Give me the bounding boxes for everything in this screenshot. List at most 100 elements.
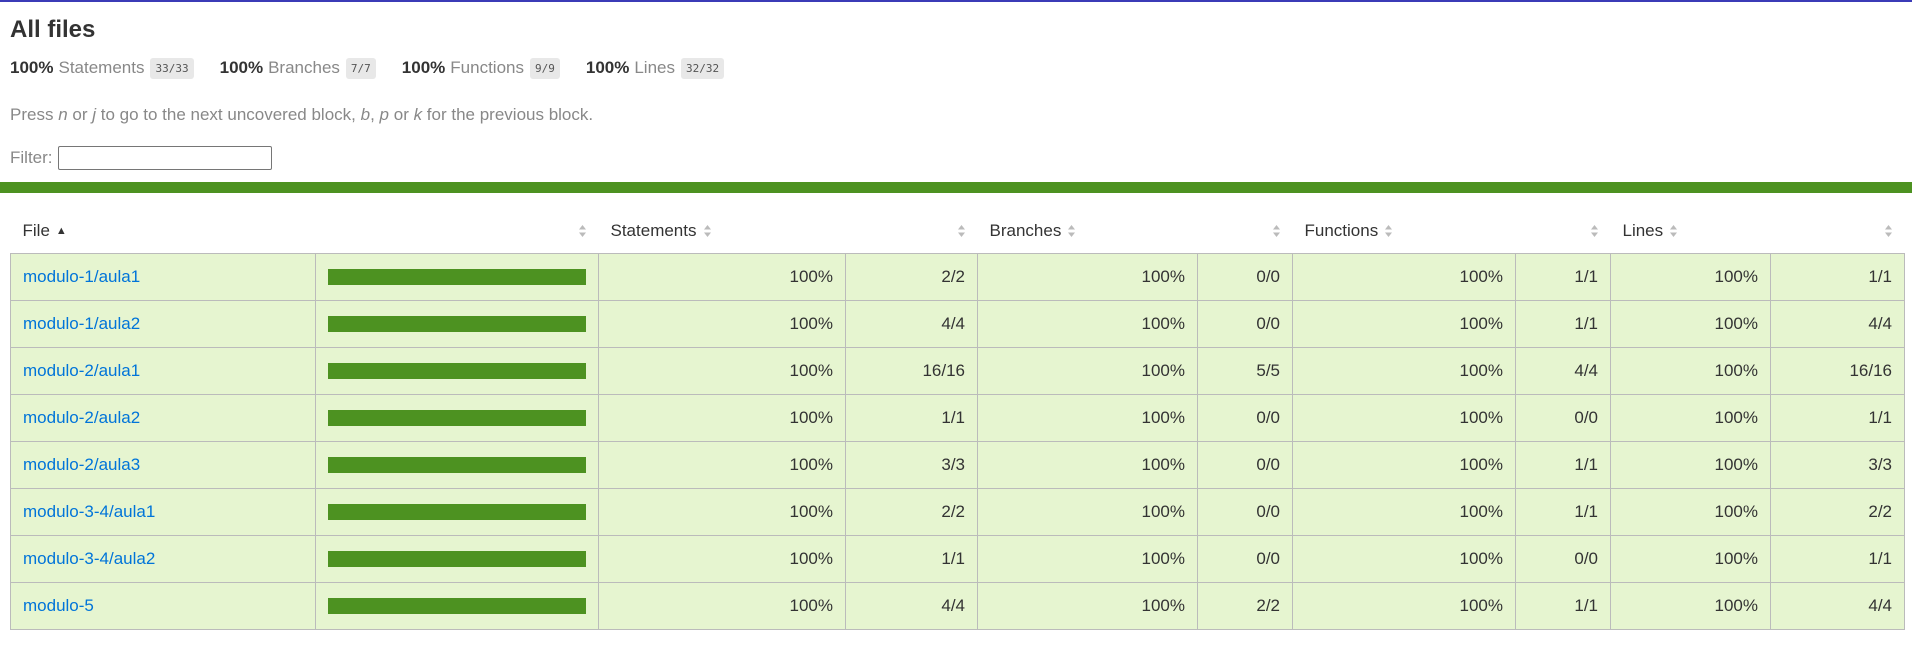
hint-text: or [67, 105, 93, 124]
table-row: modulo-3-4/aula2 100% 1/1 100% 0/0 100% 0/0 100… [10, 535, 1905, 583]
lines-pct: 100% [1610, 441, 1771, 489]
filter-row: Filter: [10, 144, 1902, 172]
sort-icon [703, 224, 712, 238]
summary-statements-pct: 100% [10, 58, 54, 77]
statements-fraction: 3/3 [845, 441, 978, 489]
branches-fraction: 5/5 [1197, 347, 1293, 395]
summary-lines-pct: 100% [585, 58, 630, 77]
lines-pct: 100% [1610, 394, 1771, 442]
file-link[interactable]: modulo-2/aula1 [23, 361, 140, 380]
header-functions-fraction[interactable] [1516, 209, 1611, 254]
coverage-bar [328, 316, 586, 332]
header-file-label: File [22, 221, 50, 240]
statements-pct: 100% [598, 535, 846, 583]
statements-fraction: 2/2 [845, 253, 978, 301]
file-link[interactable]: modulo-1/aula2 [23, 314, 140, 333]
file-cell: modulo-3-4/aula2 [10, 535, 316, 583]
lines-pct: 100% [1610, 253, 1771, 301]
file-link[interactable]: modulo-2/aula2 [23, 408, 140, 427]
statements-pct: 100% [598, 582, 846, 630]
lines-pct: 100% [1610, 535, 1771, 583]
branches-pct: 100% [977, 535, 1198, 583]
header-file[interactable]: File ▲ [11, 209, 316, 254]
header-functions-label: Functions [1304, 221, 1379, 240]
header-coverage-bar[interactable] [316, 209, 599, 254]
file-link[interactable]: modulo-3-4/aula2 [23, 549, 155, 568]
coverage-bar [328, 598, 586, 614]
functions-fraction: 4/4 [1515, 347, 1611, 395]
coverage-bar-cell [315, 535, 599, 583]
coverage-bar [328, 551, 586, 567]
summary-branches-label: Branches [268, 58, 340, 77]
summary-functions-label: Functions [450, 58, 524, 77]
functions-pct: 100% [1292, 441, 1516, 489]
header-functions[interactable]: Functions [1293, 209, 1516, 254]
statements-fraction: 1/1 [845, 394, 978, 442]
header-branches-fraction[interactable] [1198, 209, 1293, 254]
sort-icon [1669, 224, 1678, 238]
functions-fraction: 1/1 [1515, 253, 1611, 301]
coverage-bar-cell [315, 394, 599, 442]
summary-lines-label: Lines [634, 58, 675, 77]
file-link[interactable]: modulo-1/aula1 [23, 267, 140, 286]
lines-pct: 100% [1610, 300, 1771, 348]
summary-branches-pct: 100% [219, 58, 264, 77]
file-link[interactable]: modulo-2/aula3 [23, 455, 140, 474]
sort-icon [957, 224, 966, 238]
hint-text: for the previous block. [422, 105, 594, 124]
file-cell: modulo-5 [10, 582, 316, 630]
filter-input[interactable] [57, 146, 272, 170]
filter-label: Filter: [10, 148, 53, 167]
branches-pct: 100% [977, 394, 1198, 442]
hint-text: , [370, 105, 380, 124]
header-lines-label: Lines [1622, 221, 1664, 240]
functions-pct: 100% [1292, 488, 1516, 536]
statements-pct: 100% [598, 394, 846, 442]
lines-fraction: 1/1 [1770, 535, 1905, 583]
summary-functions-fraction: 9/9 [529, 57, 560, 79]
functions-pct: 100% [1292, 582, 1516, 630]
table-row: modulo-2/aula2 100% 1/1 100% 0/0 100% 0/0 100% 1… [10, 394, 1905, 442]
table-row: modulo-1/aula2 100% 4/4 100% 0/0 100% 1/1 100% 4… [10, 300, 1905, 348]
page-title: All files [10, 16, 96, 43]
lines-fraction: 1/1 [1770, 253, 1905, 301]
table-row: modulo-2/aula3 100% 3/3 100% 0/0 100% 1/1 100% 3… [10, 441, 1905, 489]
lines-pct: 100% [1610, 488, 1771, 536]
table-row: modulo-3-4/aula1 100% 2/2 100% 0/0 100% 1/1 100… [10, 488, 1905, 536]
branches-fraction: 0/0 [1197, 394, 1293, 442]
summary-functions: 100% Functions 9/9 [402, 57, 560, 79]
coverage-table: File ▲ Statements Branches Functions Lin… [10, 209, 1905, 630]
coverage-bar [328, 363, 586, 379]
table-row: modulo-1/aula1 100% 2/2 100% 0/0 100% 1/1 100% 1… [10, 253, 1905, 301]
file-cell: modulo-2/aula3 [10, 441, 316, 489]
coverage-bar-cell [315, 488, 599, 536]
header-branches[interactable]: Branches [978, 209, 1198, 254]
header-statements-fraction[interactable] [846, 209, 978, 254]
branches-pct: 100% [977, 582, 1198, 630]
lines-fraction: 2/2 [1770, 488, 1905, 536]
functions-pct: 100% [1292, 347, 1516, 395]
hint-key-k: k [413, 105, 423, 124]
branches-fraction: 0/0 [1197, 300, 1293, 348]
branches-pct: 100% [977, 488, 1198, 536]
hint-text: Press [10, 105, 59, 124]
statements-pct: 100% [598, 347, 846, 395]
header-lines[interactable]: Lines [1611, 209, 1771, 254]
header: All files 100% Statements 33/33 100% Bra… [0, 2, 1912, 172]
statements-fraction: 4/4 [845, 582, 978, 630]
table-body: modulo-1/aula1 100% 2/2 100% 0/0 100% 1/1 100% 1… [10, 253, 1905, 630]
header-statements[interactable]: Statements [599, 209, 846, 254]
file-link[interactable]: modulo-3-4/aula1 [23, 502, 155, 521]
functions-pct: 100% [1292, 300, 1516, 348]
header-lines-fraction[interactable] [1771, 209, 1905, 254]
statements-fraction: 1/1 [845, 535, 978, 583]
summary-statements-label: Statements [58, 58, 145, 77]
functions-pct: 100% [1292, 253, 1516, 301]
lines-fraction: 1/1 [1770, 394, 1905, 442]
statements-fraction: 16/16 [845, 347, 978, 395]
sort-icon [1272, 224, 1281, 238]
file-link[interactable]: modulo-5 [23, 596, 94, 615]
branches-fraction: 0/0 [1197, 253, 1293, 301]
sort-icon [1067, 224, 1076, 238]
functions-pct: 100% [1292, 535, 1516, 583]
